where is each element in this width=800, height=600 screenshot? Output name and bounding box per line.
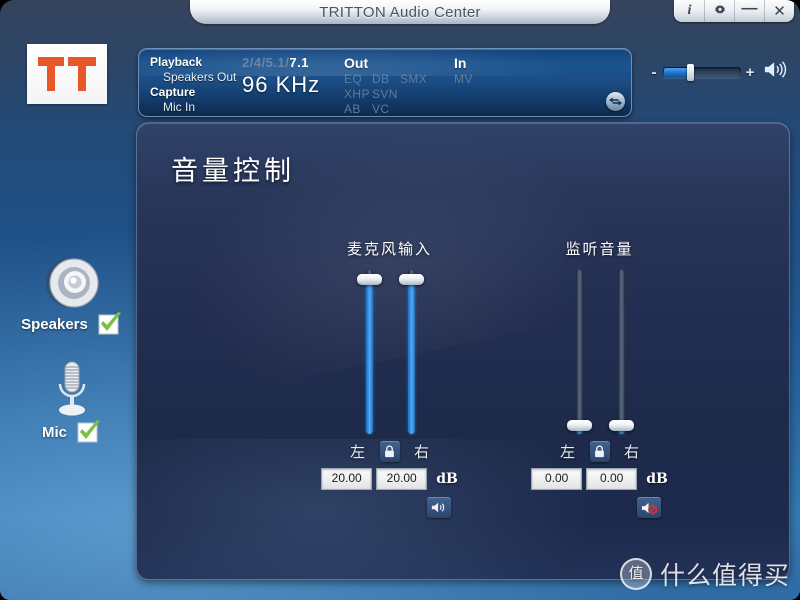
mic-mute-button[interactable] xyxy=(427,497,451,518)
mic-lock-button[interactable] xyxy=(379,441,400,462)
speaker-on-glyph xyxy=(764,61,787,78)
monitor-right-slider[interactable] xyxy=(608,269,634,434)
mic-value-row: 20.00 20.00 dB xyxy=(302,468,477,490)
channel-mode-active: 7.1 xyxy=(289,55,309,70)
slider-thumb[interactable] xyxy=(398,274,424,285)
capture-label: Capture xyxy=(150,85,196,99)
monitor-volume-title: 监听音量 xyxy=(565,240,634,258)
slider-track xyxy=(617,269,625,434)
settings-button[interactable] xyxy=(705,0,735,22)
mic-input-title: 麦克风输入 xyxy=(346,240,432,258)
slider-thumb[interactable] xyxy=(608,420,634,431)
group-monitor-volume: 监听音量 左 右 0.00 0.00 dB xyxy=(512,238,687,518)
master-volume-thumb[interactable] xyxy=(687,63,694,81)
device-speakers[interactable]: Speakers xyxy=(12,254,132,336)
mic-right-label: 右 xyxy=(413,443,429,461)
monitor-left-label: 左 xyxy=(559,443,575,461)
info-button[interactable]: i xyxy=(675,0,705,22)
monitor-channel-labels: 左 右 xyxy=(512,441,687,462)
speaker-on-icon[interactable] xyxy=(764,60,788,84)
volume-decrease-button[interactable]: - xyxy=(648,64,660,81)
monitor-right-label: 右 xyxy=(623,443,639,461)
volume-control-panel: 音量控制 麦克风输入 左 右 20.00 20.00 dB 监听音量 左 右 0… xyxy=(136,122,790,580)
playback-label: Playback xyxy=(150,55,203,69)
speaker-muted-icon xyxy=(641,502,657,514)
mic-label: Mic xyxy=(41,423,67,441)
microphone-glyph xyxy=(58,361,86,416)
flag-ab: AB xyxy=(344,102,361,116)
page-title: 音量控制 xyxy=(171,156,295,187)
tritton-audio-center-window: TRITTON Audio Center i — ✕ Playback Spea… xyxy=(0,0,800,600)
flag-vc: VC xyxy=(372,102,390,116)
flag-smx: SMX xyxy=(400,72,428,86)
flag-svn: SVN xyxy=(372,87,398,101)
slider-fill xyxy=(365,278,373,434)
swap-arrows-glyph xyxy=(609,97,622,106)
channel-mode-inactive: 2/4/5.1/ xyxy=(242,55,290,70)
minimize-button[interactable]: — xyxy=(735,0,765,22)
monitor-left-value[interactable]: 0.00 xyxy=(531,468,583,490)
close-button[interactable]: ✕ xyxy=(765,0,794,22)
flag-db: DB xyxy=(372,72,390,86)
mic-channel-labels: 左 右 xyxy=(302,441,477,462)
mic-left-slider[interactable] xyxy=(356,269,382,434)
device-mic[interactable]: Mic xyxy=(12,358,132,444)
slider-fill xyxy=(407,278,415,434)
flag-xhp: XHP xyxy=(344,87,370,101)
watermark-text: 什么值得买 xyxy=(659,561,790,590)
in-section: In MV xyxy=(454,55,574,87)
monitor-right-value[interactable]: 0.00 xyxy=(586,468,638,490)
in-flags-row-1: MV xyxy=(454,72,574,87)
watermark-badge: 值 xyxy=(619,558,652,590)
monitor-left-slider[interactable] xyxy=(566,269,592,434)
slider-thumb[interactable] xyxy=(566,420,592,431)
swap-arrows-icon[interactable] xyxy=(606,92,625,111)
watermark: 值 什么值得买 xyxy=(619,556,790,592)
group-mic-input: 麦克风输入 左 右 20.00 20.00 dB xyxy=(302,238,477,518)
master-volume-slider[interactable] xyxy=(663,63,741,81)
speakers-row: Speakers xyxy=(12,312,132,336)
mic-unit-label: dB xyxy=(436,471,458,487)
monitor-volume-sliders xyxy=(512,269,687,434)
tritton-logo xyxy=(27,44,107,104)
gear-icon xyxy=(714,4,725,14)
mic-row: Mic xyxy=(12,420,132,444)
monitor-lock-button[interactable] xyxy=(589,441,610,462)
tritton-tt-icon xyxy=(38,57,96,91)
out-flags-row-3: AB VC xyxy=(344,102,474,116)
monitor-mute-button[interactable] xyxy=(637,497,661,518)
mic-right-value[interactable]: 20.00 xyxy=(376,468,428,490)
master-volume-fill xyxy=(664,67,688,77)
capture-value: Mic In xyxy=(163,100,196,114)
monitor-unit-label: dB xyxy=(646,471,668,487)
checkmark-icon[interactable] xyxy=(97,312,123,336)
window-title: TRITTON Audio Center xyxy=(319,4,481,21)
speakers-label: Speakers xyxy=(21,315,88,333)
speaker-glyph xyxy=(46,258,99,308)
checkmark-icon[interactable] xyxy=(76,420,102,444)
in-header: In xyxy=(454,55,467,71)
speaker-icon xyxy=(12,254,132,312)
flag-mv: MV xyxy=(454,72,473,86)
playback-value: Speakers Out xyxy=(163,70,237,84)
mic-left-label: 左 xyxy=(349,443,365,461)
slider-track xyxy=(575,269,583,434)
mic-input-sliders xyxy=(302,269,477,434)
flag-eq: EQ xyxy=(344,72,363,86)
lock-icon xyxy=(385,445,394,458)
speaker-on-icon xyxy=(431,502,445,513)
mic-right-slider[interactable] xyxy=(398,269,424,434)
lock-icon xyxy=(595,445,604,458)
status-panel: Playback Speakers Out Capture Mic In 2/4… xyxy=(138,48,632,117)
slider-thumb[interactable] xyxy=(356,274,382,285)
window-controls: i — ✕ xyxy=(674,0,794,22)
volume-increase-button[interactable]: + xyxy=(744,64,756,81)
mic-left-value[interactable]: 20.00 xyxy=(321,468,373,490)
master-volume-control: - + xyxy=(648,60,794,84)
monitor-value-row: 0.00 0.00 dB xyxy=(512,468,687,490)
microphone-icon xyxy=(12,358,132,420)
out-flags-row-2: XHP SVN xyxy=(344,87,474,102)
title-bar: TRITTON Audio Center i — ✕ xyxy=(0,0,800,26)
